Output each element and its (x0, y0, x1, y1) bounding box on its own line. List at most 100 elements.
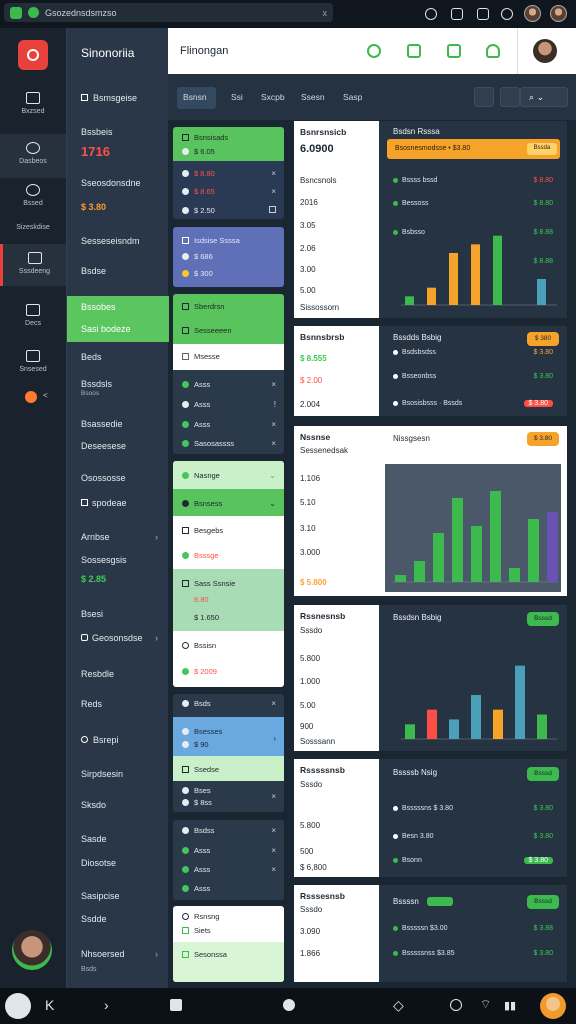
sidebar-item[interactable]: Sossesgsis (81, 555, 127, 565)
close-icon[interactable]: × (271, 826, 276, 835)
sidebar-item[interactable]: Resbdle (81, 669, 114, 679)
sidebar-item[interactable]: Reds (81, 699, 102, 709)
sidebar-item-active[interactable]: Bssobes (81, 302, 116, 312)
close-icon[interactable]: × (271, 865, 276, 874)
close-icon[interactable]: × (271, 380, 276, 389)
search-select[interactable]: ⌕ ⌄ (520, 87, 568, 107)
close-icon[interactable]: × (271, 169, 276, 178)
rail-item-1[interactable]: Dasbeos (0, 134, 66, 178)
sidebar-item[interactable]: Nhsoersed (81, 949, 125, 959)
sidebar-item[interactable]: Bssdsls (81, 379, 112, 389)
close-icon[interactable]: × (271, 792, 276, 801)
sidebar-item[interactable]: Bsassedie (81, 419, 123, 429)
sidebar-item[interactable]: Bssbeis (81, 127, 113, 137)
sidebar-item[interactable]: Sasipcise (81, 891, 120, 901)
rail-item-5[interactable]: Decs (0, 304, 66, 334)
card-1[interactable]: Isdsise Ssssa $ 686 $ 300 (173, 227, 284, 287)
sidebar-item[interactable]: Sesseseisndm (81, 236, 140, 246)
sidebar-item[interactable]: Ssdde (81, 914, 107, 924)
screen-icon[interactable] (451, 8, 463, 20)
notification-dot-icon[interactable] (25, 391, 37, 403)
clock-icon[interactable] (450, 999, 462, 1011)
status-badge[interactable]: Bsssd (527, 895, 559, 909)
sidebar-item[interactable]: Deseesese (81, 441, 126, 451)
recents-icon[interactable] (170, 999, 182, 1011)
export-button[interactable] (500, 87, 520, 107)
sidebar-item[interactable]: Arnbse (81, 532, 110, 542)
status-badge[interactable]: $ 3.80 (527, 432, 559, 446)
tab-2[interactable]: Sxcpb (261, 92, 285, 102)
chevron-right-icon[interactable]: › (273, 734, 276, 743)
tab-3[interactable]: Ssesn (301, 92, 325, 102)
sidebar-item[interactable]: Diosotse (81, 858, 116, 868)
location-icon[interactable]: ◇ (393, 997, 404, 1014)
chevron-right-icon[interactable]: › (155, 633, 158, 643)
sidebar-item[interactable]: Sksdo (81, 800, 106, 810)
card-5[interactable]: Bsds × Bsesses › $ 90 Ssedse Bses × $ 8s… (173, 694, 284, 812)
checkbox-icon[interactable] (182, 927, 189, 934)
checkbox-icon[interactable] (269, 206, 276, 213)
alert-banner[interactable]: Bsosnesmodsse • $3.80 Bssda (387, 139, 560, 159)
sidebar-item[interactable]: Osossosse (81, 473, 126, 483)
sidebar-item[interactable]: Bsmsgeise (81, 93, 137, 103)
sidebar-item-active-sub[interactable]: Sasi bodeze (81, 324, 131, 334)
status-badge[interactable]: $ 380 (527, 332, 559, 346)
card-0[interactable]: Bsnsisads $ 6.05 $ 8.80 × $ 8.65 × $ 2.5… (173, 127, 284, 219)
checkbox-icon[interactable] (182, 766, 189, 773)
checkbox-icon[interactable] (182, 353, 189, 360)
chevron-right-icon[interactable]: › (155, 949, 158, 959)
profile-avatar[interactable] (12, 930, 52, 970)
card-6[interactable]: Bsdss × Asss × Asss × Asss (173, 820, 284, 900)
card-7[interactable]: Rsnsng Siets Sesonssa (173, 906, 284, 982)
rail-item-0[interactable]: Bxzsed (0, 92, 66, 128)
sidebar-item[interactable]: Bsdse (81, 266, 106, 276)
rail-item-2[interactable]: Bssed (0, 184, 66, 220)
tab-4[interactable]: Sasp (343, 92, 362, 102)
home-icon[interactable] (283, 999, 295, 1011)
user-avatar[interactable] (540, 993, 566, 1019)
tab-0[interactable]: Bsnsn (177, 87, 216, 109)
chevron-down-icon[interactable]: ⌄ (269, 499, 276, 508)
sidebar-item[interactable]: Sseosdonsdne (81, 178, 141, 188)
tab-1[interactable]: Ssi (231, 92, 243, 102)
refresh-icon[interactable] (367, 44, 381, 58)
sidebar-item[interactable]: Bsrepi (81, 735, 119, 745)
rail-item-4[interactable]: Sssdeeng (0, 244, 66, 286)
checkbox-icon[interactable] (182, 580, 189, 587)
edit-icon[interactable] (447, 44, 461, 58)
chevron-right-icon[interactable]: › (155, 532, 158, 542)
banner-button[interactable]: Bssda (527, 143, 557, 155)
checkbox-icon[interactable] (182, 951, 189, 958)
chevron-right-icon[interactable]: › (104, 997, 109, 1013)
chevron-down-icon[interactable]: ⌄ (269, 471, 276, 480)
sidebar-item[interactable]: Sasde (81, 834, 107, 844)
sidebar-item[interactable]: Beds (81, 352, 102, 362)
close-icon[interactable]: × (271, 439, 276, 448)
assistant-icon[interactable] (5, 993, 31, 1019)
settings-icon[interactable] (501, 8, 513, 20)
status-badge[interactable]: Bsssd (527, 612, 559, 626)
sidebar-item[interactable]: Sirpdsesin (81, 769, 123, 779)
close-icon[interactable]: × (271, 187, 276, 196)
user-avatar-2[interactable] (550, 5, 567, 22)
close-icon[interactable]: x (323, 8, 328, 18)
status-badge[interactable]: Bsssd (527, 767, 559, 781)
user-icon[interactable] (486, 44, 500, 58)
filter-button[interactable] (474, 87, 494, 107)
sidebar-item[interactable]: spodeae (81, 498, 127, 508)
back-icon[interactable]: K (45, 997, 54, 1013)
close-icon[interactable]: × (271, 846, 276, 855)
close-icon[interactable]: × (271, 699, 276, 708)
sidebar-item[interactable]: Bsesi (81, 609, 103, 619)
record-icon[interactable] (425, 8, 437, 20)
app-logo-icon[interactable] (18, 40, 48, 70)
avatar[interactable] (533, 39, 557, 63)
top-avatar-box[interactable] (517, 28, 576, 74)
bookmark-icon[interactable] (407, 44, 421, 58)
rail-item-6[interactable]: Snsesed (0, 350, 66, 380)
card-3[interactable]: Nasnge ⌄ Bsnsess ⌄ Besgebs Bsssge Sass S… (173, 461, 284, 687)
card-2[interactable]: Sberdrsn Sesseeeen Msesse Asss × Asss ! … (173, 294, 284, 454)
user-avatar-1[interactable] (524, 5, 541, 22)
url-bar[interactable]: Gsozednsdsmzso x (4, 3, 333, 22)
warning-icon[interactable]: ! (274, 400, 276, 409)
